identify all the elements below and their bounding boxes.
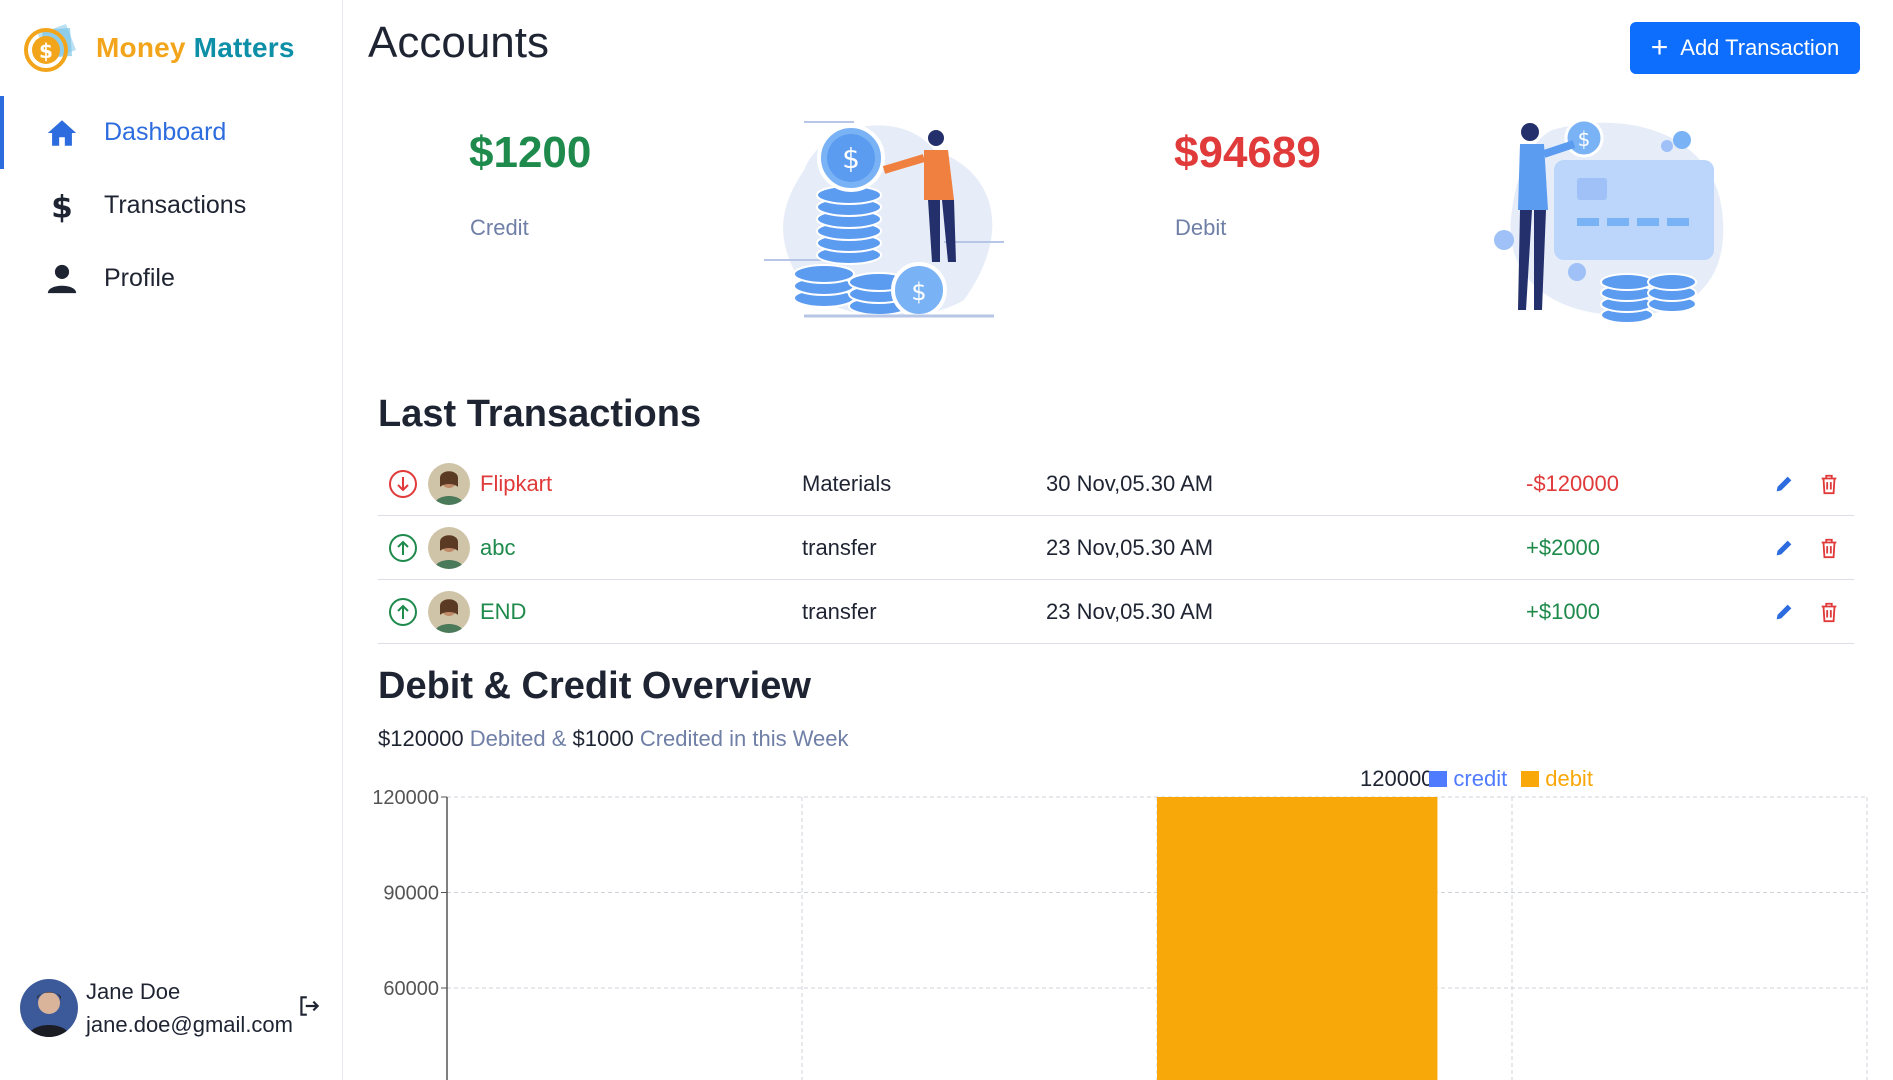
credit-label: Credit (470, 215, 529, 240)
debit-amount: $94689 (1174, 128, 1321, 177)
plus-icon: + (1650, 31, 1669, 64)
logo[interactable]: $ Money Matters (20, 20, 295, 76)
user-name: Jane Doe (86, 979, 181, 1004)
table-row[interactable]: END transfer 23 Nov,05.30 AM +$1000 (378, 580, 1854, 644)
user-icon (44, 261, 80, 297)
credited-amount: $1000 (572, 726, 634, 751)
svg-text:$: $ (842, 142, 860, 175)
sidebar-item-profile[interactable]: Profile (0, 242, 342, 315)
pencil-icon[interactable] (1773, 537, 1795, 559)
y-tick-label: 60000 (383, 978, 439, 1000)
table-row[interactable]: abc transfer 23 Nov,05.30 AM +$2000 (378, 516, 1854, 580)
overview-summary: $120000 Debited & $1000 Credited in this… (378, 726, 849, 752)
home-icon (44, 115, 80, 151)
coin-logo-icon: $ (24, 24, 76, 72)
transaction-name: END (480, 598, 527, 624)
y-tick-label: 90000 (383, 883, 439, 905)
brand-word-1: Money (96, 32, 186, 63)
avatar (428, 590, 470, 633)
pencil-icon[interactable] (1773, 601, 1795, 623)
user-email: jane.doe@gmail.com (86, 1012, 293, 1037)
transaction-amount: -$120000 (1526, 470, 1619, 496)
main-content: Accounts + Add Transaction $1200 Credit … (344, 0, 1893, 1080)
sidebar-item-label: Profile (104, 264, 175, 292)
arrow-down-icon (389, 469, 417, 498)
transaction-amount: +$2000 (1526, 534, 1601, 560)
table-row[interactable]: Flipkart Materials 30 Nov,05.30 AM -$120… (378, 452, 1854, 516)
trash-icon[interactable] (1818, 600, 1840, 624)
overview-title: Debit & Credit Overview (378, 665, 811, 707)
coins-illustration-icon: $ $ (764, 121, 1004, 318)
y-tick-label: 120000 (374, 787, 439, 809)
credit-card-illustration-icon: $ (1494, 118, 1724, 324)
transaction-date: 23 Nov,05.30 AM (1046, 534, 1214, 560)
transaction-category: transfer (802, 534, 877, 560)
svg-text:$: $ (39, 39, 53, 63)
page-title: Accounts (368, 18, 549, 67)
debit-label: Debit (1175, 215, 1227, 240)
avatar (20, 979, 78, 1037)
pencil-icon[interactable] (1773, 473, 1795, 495)
debited-amount: $120000 (378, 726, 464, 751)
sidebar-nav: Dashboard $ Transactions Profile (0, 96, 342, 315)
credited-text: Credited in this Week (639, 726, 849, 751)
sidebar-item-label: Dashboard (104, 118, 227, 146)
user-profile[interactable]: Jane Doe jane.doe@gmail.com (20, 975, 293, 1041)
debited-text: Debited & (469, 726, 567, 751)
avatar (428, 526, 470, 569)
logout-icon[interactable] (296, 993, 322, 1019)
svg-text:$: $ (51, 189, 73, 223)
transaction-category: transfer (802, 598, 877, 624)
arrow-up-icon (389, 533, 417, 562)
transaction-date: 30 Nov,05.30 AM (1046, 470, 1214, 496)
transaction-category: Materials (802, 470, 892, 496)
arrow-up-icon (389, 597, 417, 626)
brand-name: Money Matters (96, 32, 295, 64)
app-root: $ Money Matters Dashboard $ Transactions (0, 0, 1893, 1080)
last-transactions-title: Last Transactions (378, 393, 702, 435)
avatar (428, 462, 470, 505)
sidebar-item-label: Transactions (104, 191, 247, 219)
transactions-list: Flipkart Materials 30 Nov,05.30 AM -$120… (378, 452, 1854, 644)
svg-text:$: $ (911, 278, 926, 306)
trash-icon[interactable] (1818, 472, 1840, 496)
sidebar-item-dashboard[interactable]: Dashboard (0, 96, 342, 169)
transaction-name: abc (480, 534, 516, 560)
brand-word-2: Matters (193, 32, 295, 63)
credit-amount: $1200 (469, 128, 592, 177)
sidebar: $ Money Matters Dashboard $ Transactions (0, 0, 343, 1080)
dollar-icon: $ (44, 188, 80, 224)
transaction-date: 23 Nov,05.30 AM (1046, 598, 1214, 624)
transaction-name: Flipkart (480, 470, 553, 496)
svg-text:$: $ (1578, 127, 1591, 151)
overview-bar-chart: 120000 90000 60000 (374, 787, 1868, 1080)
trash-icon[interactable] (1818, 536, 1840, 560)
add-transaction-button[interactable]: + Add Transaction (1630, 22, 1860, 74)
add-transaction-label: Add Transaction (1680, 35, 1840, 60)
transaction-amount: +$1000 (1526, 598, 1601, 624)
bar-debit (1157, 797, 1438, 1080)
sidebar-item-transactions[interactable]: $ Transactions (0, 169, 342, 242)
